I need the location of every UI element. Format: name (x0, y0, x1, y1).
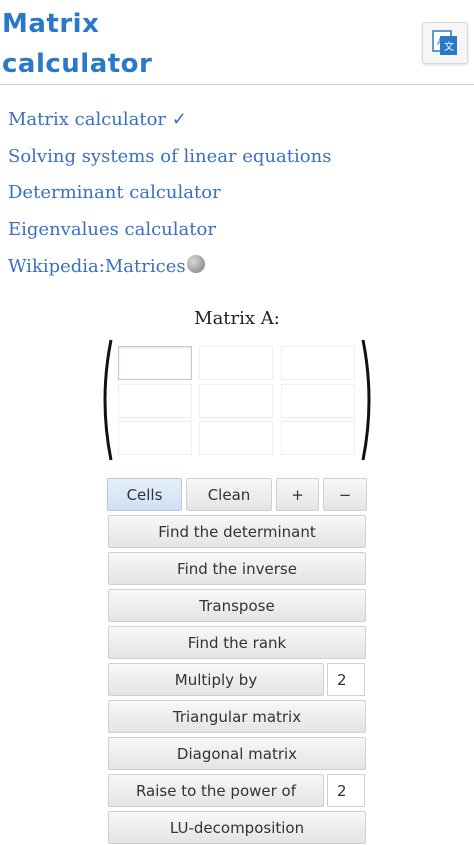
matrix-cell[interactable] (199, 346, 273, 380)
raise-power-button[interactable]: Raise to the power of (108, 774, 324, 807)
find-determinant-button[interactable]: Find the determinant (108, 515, 366, 548)
find-rank-button[interactable]: Find the rank (108, 626, 366, 659)
matrix-cell[interactable] (118, 384, 192, 418)
clean-button[interactable]: Clean (186, 478, 272, 511)
globe-icon (186, 255, 205, 273)
matrix-cell[interactable] (199, 421, 273, 455)
transpose-button[interactable]: Transpose (108, 589, 366, 622)
link-matrix-calculator[interactable]: Matrix calculator ✓ (8, 108, 187, 132)
link-eigenvalues-calculator[interactable]: Eigenvalues calculator (8, 218, 216, 242)
matrix-cell[interactable] (281, 421, 355, 455)
header-divider (0, 84, 474, 85)
title-line-2: calculator (2, 49, 153, 79)
multiply-value-input[interactable]: 2 (327, 663, 365, 696)
page-title: Matrix calculator (2, 4, 152, 84)
cells-button[interactable]: Cells (107, 478, 182, 511)
translate-button[interactable]: A 文 (422, 22, 468, 64)
matrix-label: Matrix A: (194, 308, 280, 329)
matrix-cell[interactable] (199, 384, 273, 418)
diagonal-matrix-button[interactable]: Diagonal matrix (108, 737, 366, 770)
left-bracket (103, 339, 113, 461)
svg-text:A: A (437, 38, 444, 48)
translate-icon: A 文 (432, 30, 457, 55)
link-determinant-calculator[interactable]: Determinant calculator (8, 181, 221, 205)
multiply-by-button[interactable]: Multiply by (108, 663, 324, 696)
link-wikipedia-matrices[interactable]: Wikipedia:Matrices (8, 255, 205, 279)
matrix-cell[interactable] (281, 346, 355, 380)
right-bracket (361, 339, 371, 461)
title-line-1: Matrix (2, 9, 100, 39)
svg-text:文: 文 (444, 40, 454, 53)
matrix-cell[interactable] (118, 346, 192, 380)
matrix-cell[interactable] (281, 384, 355, 418)
power-value-input[interactable]: 2 (327, 774, 365, 807)
add-size-button[interactable]: + (276, 478, 319, 511)
link-wikipedia-label: Wikipedia:Matrices (8, 256, 186, 277)
lu-decomposition-button[interactable]: LU-decomposition (108, 811, 366, 844)
link-linear-equations[interactable]: Solving systems of linear equations (8, 145, 331, 169)
triangular-matrix-button[interactable]: Triangular matrix (108, 700, 366, 733)
reduce-size-button[interactable]: − (323, 478, 367, 511)
find-inverse-button[interactable]: Find the inverse (108, 552, 366, 585)
matrix-cell[interactable] (118, 421, 192, 455)
